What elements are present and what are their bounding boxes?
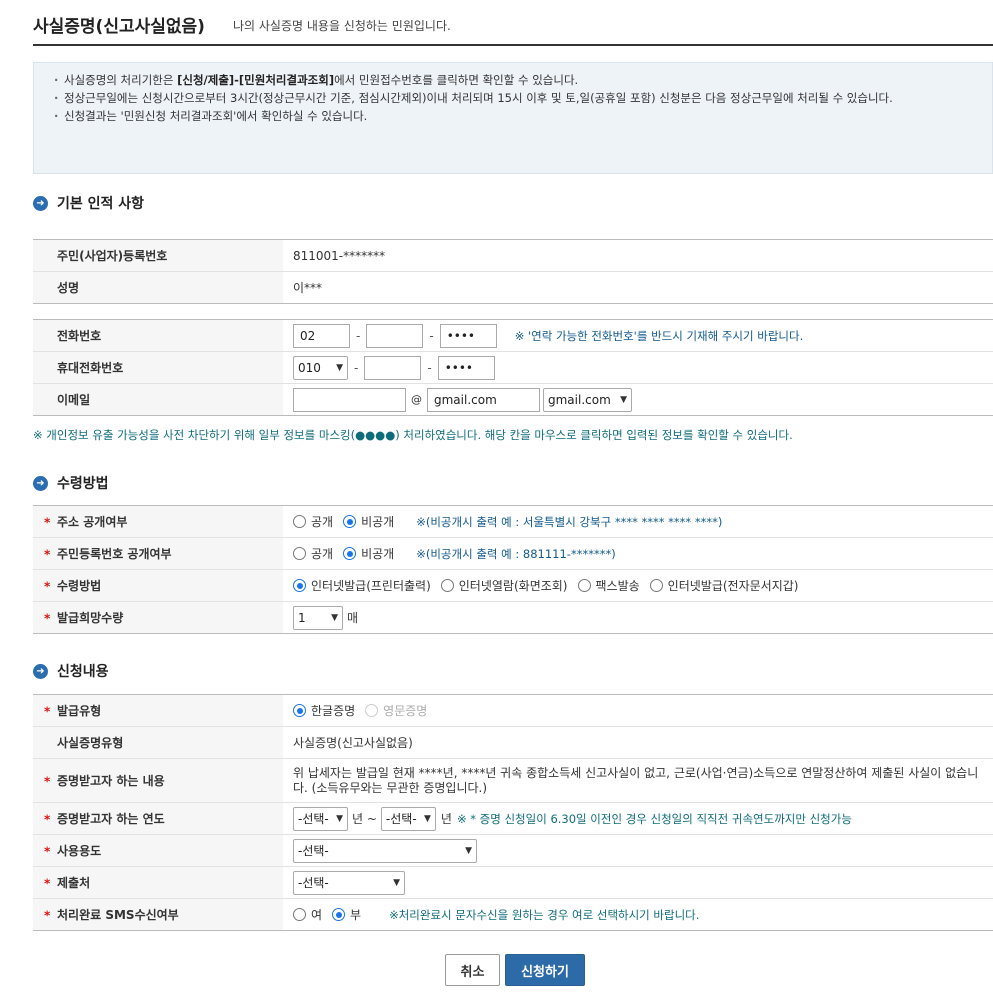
name-label: 성명: [33, 272, 283, 303]
sms-note: ※처리완료시 문자수신을 원하는 경우 여로 선택하시기 바랍니다.: [389, 907, 700, 922]
mobile-label: 휴대전화번호: [33, 352, 283, 383]
table-row: 사실증명유형 사실증명(신고사실없음): [33, 727, 993, 759]
mobile-middle-input[interactable]: [364, 355, 422, 380]
issue-type-english-radio: 영문증명: [365, 702, 427, 719]
cert-type-label: 사실증명유형: [33, 727, 283, 758]
issue-type-korean-radio[interactable]: 한글증명: [293, 702, 355, 719]
table-row: 사용용도 -선택-▼: [33, 835, 993, 867]
rrn-public-label: 주민등록번호 공개여부: [33, 538, 283, 569]
email-at-sign: @: [411, 393, 422, 406]
arrow-right-icon: ➜: [33, 475, 48, 491]
phone-label: 전화번호: [33, 320, 283, 351]
rrn-private-radio[interactable]: 비공개: [343, 545, 394, 562]
basic-info-table: 주민(사업자)등록번호 811001-******* 성명 이***: [33, 239, 993, 304]
request-table: 발급유형 한글증명 영문증명 사실증명유형 사실증명(신고사실없음) 증명받고자…: [33, 694, 993, 931]
addr-note: ※(비공개시 출력 예 : 서울특별시 강북구 **** **** **** *…: [416, 514, 723, 529]
use-label: 사용용도: [33, 835, 283, 866]
chevron-down-icon: ▼: [620, 394, 627, 405]
mobile-prefix-select[interactable]: 010 ▼: [293, 355, 348, 380]
notice-box: 사실증명의 처리기한은 [신청/제출]-[민원처리결과조회]에서 민원접수번호를…: [33, 62, 993, 174]
table-row: 제출처 -선택-▼: [33, 867, 993, 899]
table-row: 처리완료 SMS수신여부 여 부 ※처리완료시 문자수신을 원하는 경우 여로 …: [33, 899, 993, 931]
section-title-receive: ➜ 수령방법: [33, 473, 109, 493]
phone-middle-input[interactable]: [366, 323, 424, 348]
submit-to-select[interactable]: -선택- ▼: [293, 870, 405, 895]
year-to-select[interactable]: -선택- ▼: [380, 806, 436, 831]
phone-area-input[interactable]: 02: [293, 323, 350, 348]
mobile-last-input[interactable]: ••••: [437, 355, 495, 380]
notice-item: 신청결과는 '민원신청 처리결과조회'에서 확인하실 수 있습니다.: [54, 107, 978, 125]
rrn-public-radio[interactable]: 공개: [293, 545, 333, 562]
year-from-select[interactable]: -선택- ▼: [293, 806, 348, 831]
chevron-down-icon: ▼: [465, 845, 472, 856]
table-row: 전화번호 02 - - •••• ※ '연락 가능한 전화번호'를 반드시 기재…: [33, 320, 993, 352]
method-internet-view-radio[interactable]: 인터넷열람(화면조회): [440, 577, 568, 594]
rrn-note: ※(비공개시 출력 예 : 881111-*******): [416, 546, 616, 561]
chevron-down-icon: ▼: [336, 362, 343, 373]
notice-item: 사실증명의 처리기한은 [신청/제출]-[민원처리결과조회]에서 민원접수번호를…: [54, 71, 978, 89]
addr-public-label: 주소 공개여부: [33, 506, 283, 537]
action-buttons: 취소 신청하기: [445, 954, 585, 986]
notice-menu-path: [신청/제출]-[민원처리결과조회]: [177, 73, 335, 87]
qty-unit: 매: [347, 611, 359, 625]
sms-yes-radio[interactable]: 여: [293, 906, 322, 923]
page-title: 사실증명(신고사실없음): [33, 17, 205, 37]
sms-no-radio[interactable]: 부: [332, 906, 361, 923]
page-subtitle: 나의 사실증명 내용을 신청하는 민원입니다.: [233, 19, 451, 33]
year-label: 증명받고자 하는 연도: [33, 803, 283, 834]
method-fax-radio[interactable]: 팩스발송: [577, 577, 640, 594]
phone-note: ※ '연락 가능한 전화번호'를 반드시 기재해 주시기 바랍니다.: [514, 328, 804, 343]
email-domain-select[interactable]: gmail.com ▼: [543, 387, 632, 412]
rrn-value: 811001-*******: [293, 248, 386, 263]
section-title-request: ➜ 신청내용: [33, 661, 109, 681]
email-id-input[interactable]: [293, 387, 406, 412]
submit-button[interactable]: 신청하기: [505, 954, 585, 986]
issue-type-label: 발급유형: [33, 695, 283, 726]
chevron-down-icon: ▼: [393, 877, 400, 888]
table-row: 주소 공개여부 공개 비공개 ※(비공개시 출력 예 : 서울특별시 강북구 *…: [33, 506, 993, 538]
table-row: 주민등록번호 공개여부 공개 비공개 ※(비공개시 출력 예 : 881111-…: [33, 538, 993, 570]
qty-select[interactable]: 1 ▼: [293, 605, 343, 630]
email-label: 이메일: [33, 384, 283, 415]
table-row: 발급유형 한글증명 영문증명: [33, 695, 993, 727]
notice-item: 정상근무일에는 신청시간으로부터 3시간(정상근무시간 기준, 점심시간제외)이…: [54, 89, 978, 107]
table-row: 이메일 @ gmail.com gmail.com ▼: [33, 384, 993, 416]
table-row: 증명받고자 하는 내용 위 납세자는 발급일 현재 ****년, ****년 귀…: [33, 759, 993, 803]
chevron-down-icon: ▼: [424, 813, 431, 824]
qty-label: 발급희망수량: [33, 602, 283, 633]
content-label: 증명받고자 하는 내용: [33, 759, 283, 802]
receive-table: 주소 공개여부 공개 비공개 ※(비공개시 출력 예 : 서울특별시 강북구 *…: [33, 505, 993, 634]
phone-last-input[interactable]: ••••: [439, 323, 497, 348]
arrow-right-icon: ➜: [33, 195, 48, 211]
table-row: 증명받고자 하는 연도 -선택-▼ 년 ~ -선택-▼ 년 ※ * 증명 신청일…: [33, 803, 993, 835]
table-row: 성명 이***: [33, 272, 993, 304]
table-row: 발급희망수량 1▼ 매: [33, 602, 993, 634]
email-domain-input[interactable]: gmail.com: [427, 387, 540, 412]
arrow-right-icon: ➜: [33, 663, 48, 679]
rrn-label: 주민(사업자)등록번호: [33, 240, 283, 271]
name-value: 이***: [293, 281, 323, 295]
method-wallet-radio[interactable]: 인터넷발급(전자문서지갑): [649, 577, 798, 594]
method-internet-print-radio[interactable]: 인터넷발급(프린터출력): [293, 577, 431, 594]
table-row: 수령방법 인터넷발급(프린터출력) 인터넷열람(화면조회) 팩스발송 인터넷발급…: [33, 570, 993, 602]
table-row: 휴대전화번호 010 ▼ - - ••••: [33, 352, 993, 384]
cert-type-value: 사실증명(신고사실없음): [293, 736, 413, 750]
content-value: 위 납세자는 발급일 현재 ****년, ****년 귀속 종합소득세 신고사실…: [293, 765, 979, 795]
receive-method-label: 수령방법: [33, 570, 283, 601]
page-header: 사실증명(신고사실없음) 나의 사실증명 내용을 신청하는 민원입니다.: [33, 10, 993, 46]
chevron-down-icon: ▼: [336, 813, 343, 824]
masking-note: ※ 개인정보 유출 가능성을 사전 차단하기 위해 일부 정보를 마스킹(●●●…: [33, 428, 793, 442]
year-note: ※ * 증명 신청일이 6.30일 이전인 경우 신청일의 직직전 귀속연도까지…: [456, 811, 852, 826]
use-select[interactable]: -선택- ▼: [293, 838, 477, 863]
submit-to-label: 제출처: [33, 867, 283, 898]
addr-public-radio[interactable]: 공개: [293, 513, 333, 530]
sms-label: 처리완료 SMS수신여부: [33, 899, 283, 930]
table-row: 주민(사업자)등록번호 811001-*******: [33, 240, 993, 272]
chevron-down-icon: ▼: [331, 612, 338, 623]
contact-table: 전화번호 02 - - •••• ※ '연락 가능한 전화번호'를 반드시 기재…: [33, 319, 993, 416]
section-title-basic: ➜ 기본 인적 사항: [33, 193, 144, 213]
addr-private-radio[interactable]: 비공개: [343, 513, 394, 530]
cancel-button[interactable]: 취소: [445, 954, 500, 986]
